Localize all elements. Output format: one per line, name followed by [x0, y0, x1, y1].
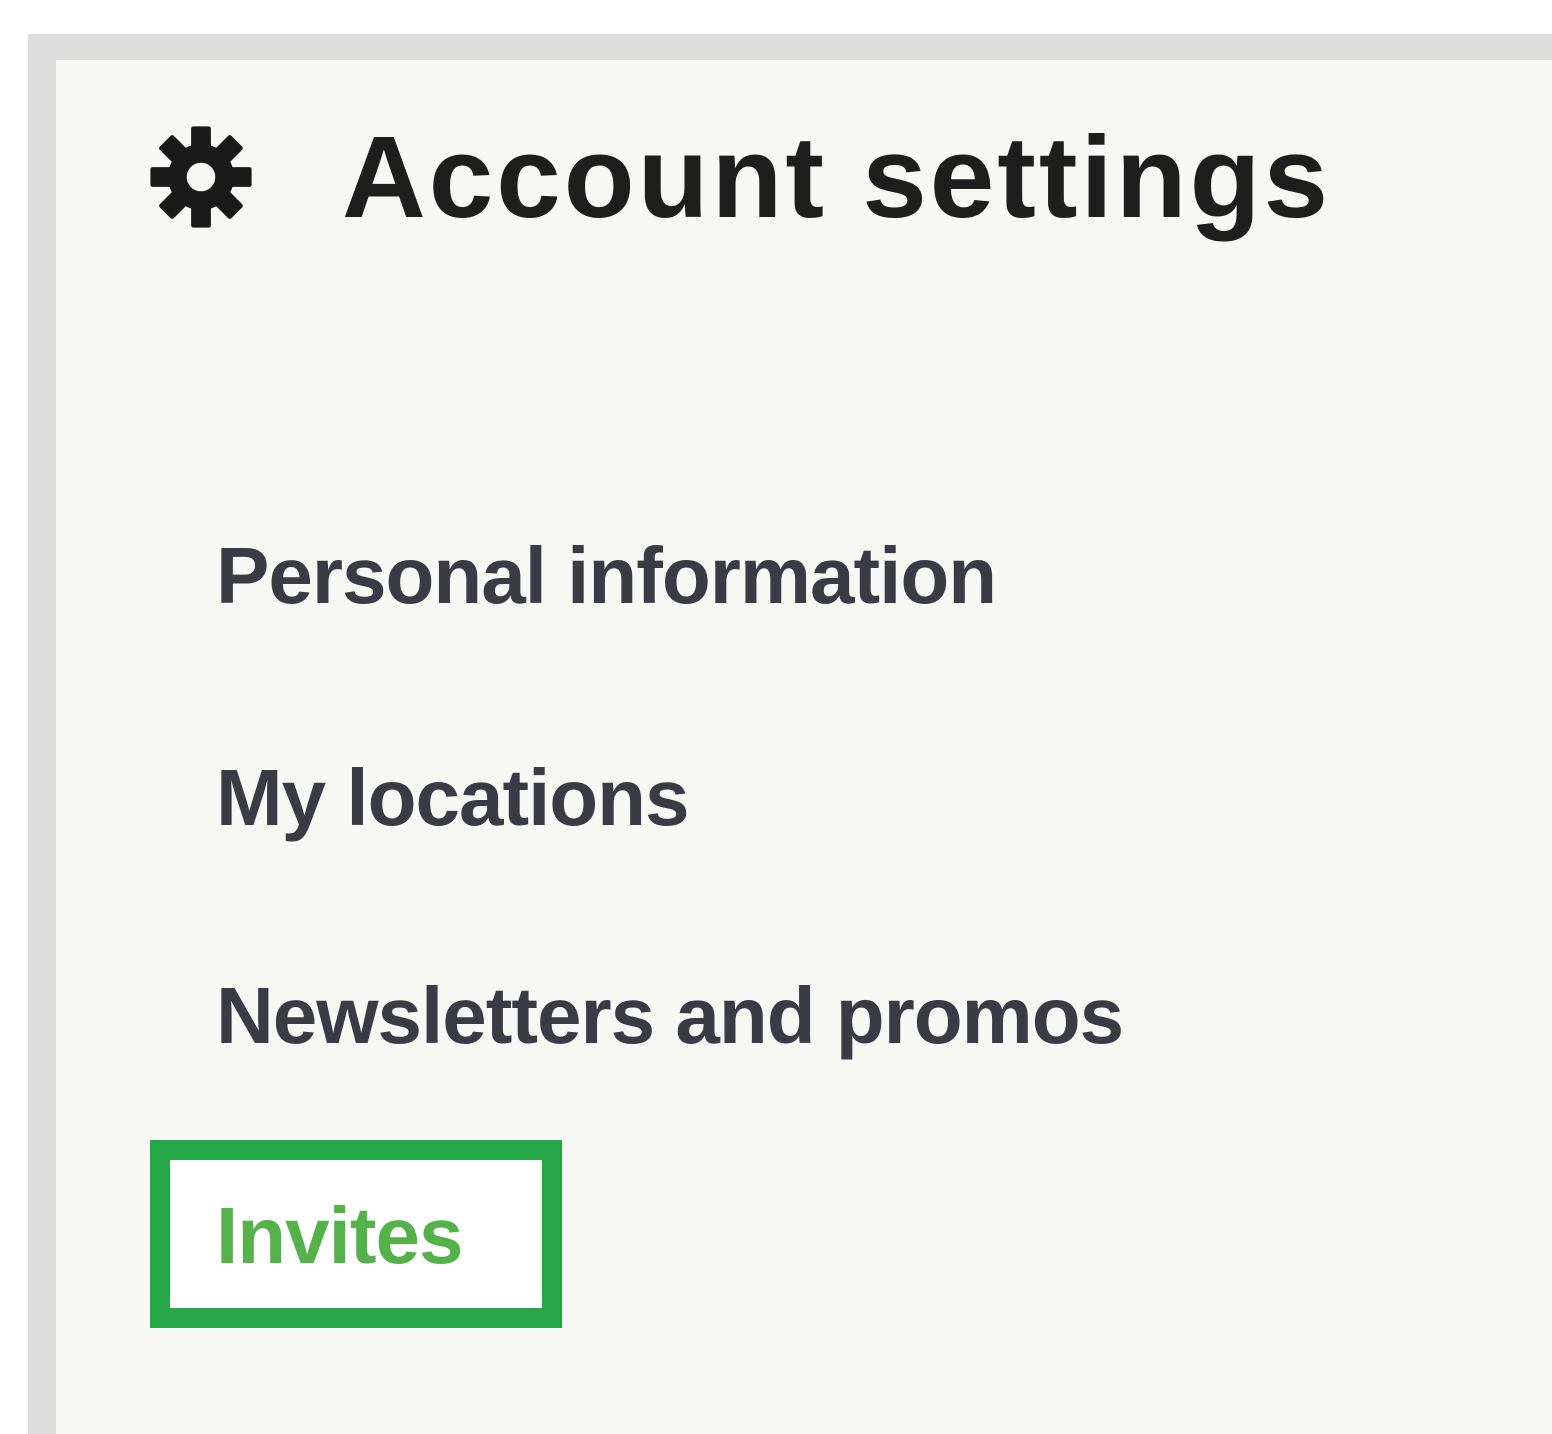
settings-header: Account settings [146, 112, 1331, 242]
menu-item-newsletters-and-promos[interactable]: Newsletters and promos [216, 976, 1124, 1056]
menu-item-personal-information[interactable]: Personal information [216, 536, 997, 616]
page-title: Account settings [342, 112, 1331, 242]
gear-icon [150, 126, 252, 228]
menu-item-invites[interactable]: Invites [216, 1196, 463, 1276]
menu-item-my-locations[interactable]: My locations [216, 758, 690, 838]
